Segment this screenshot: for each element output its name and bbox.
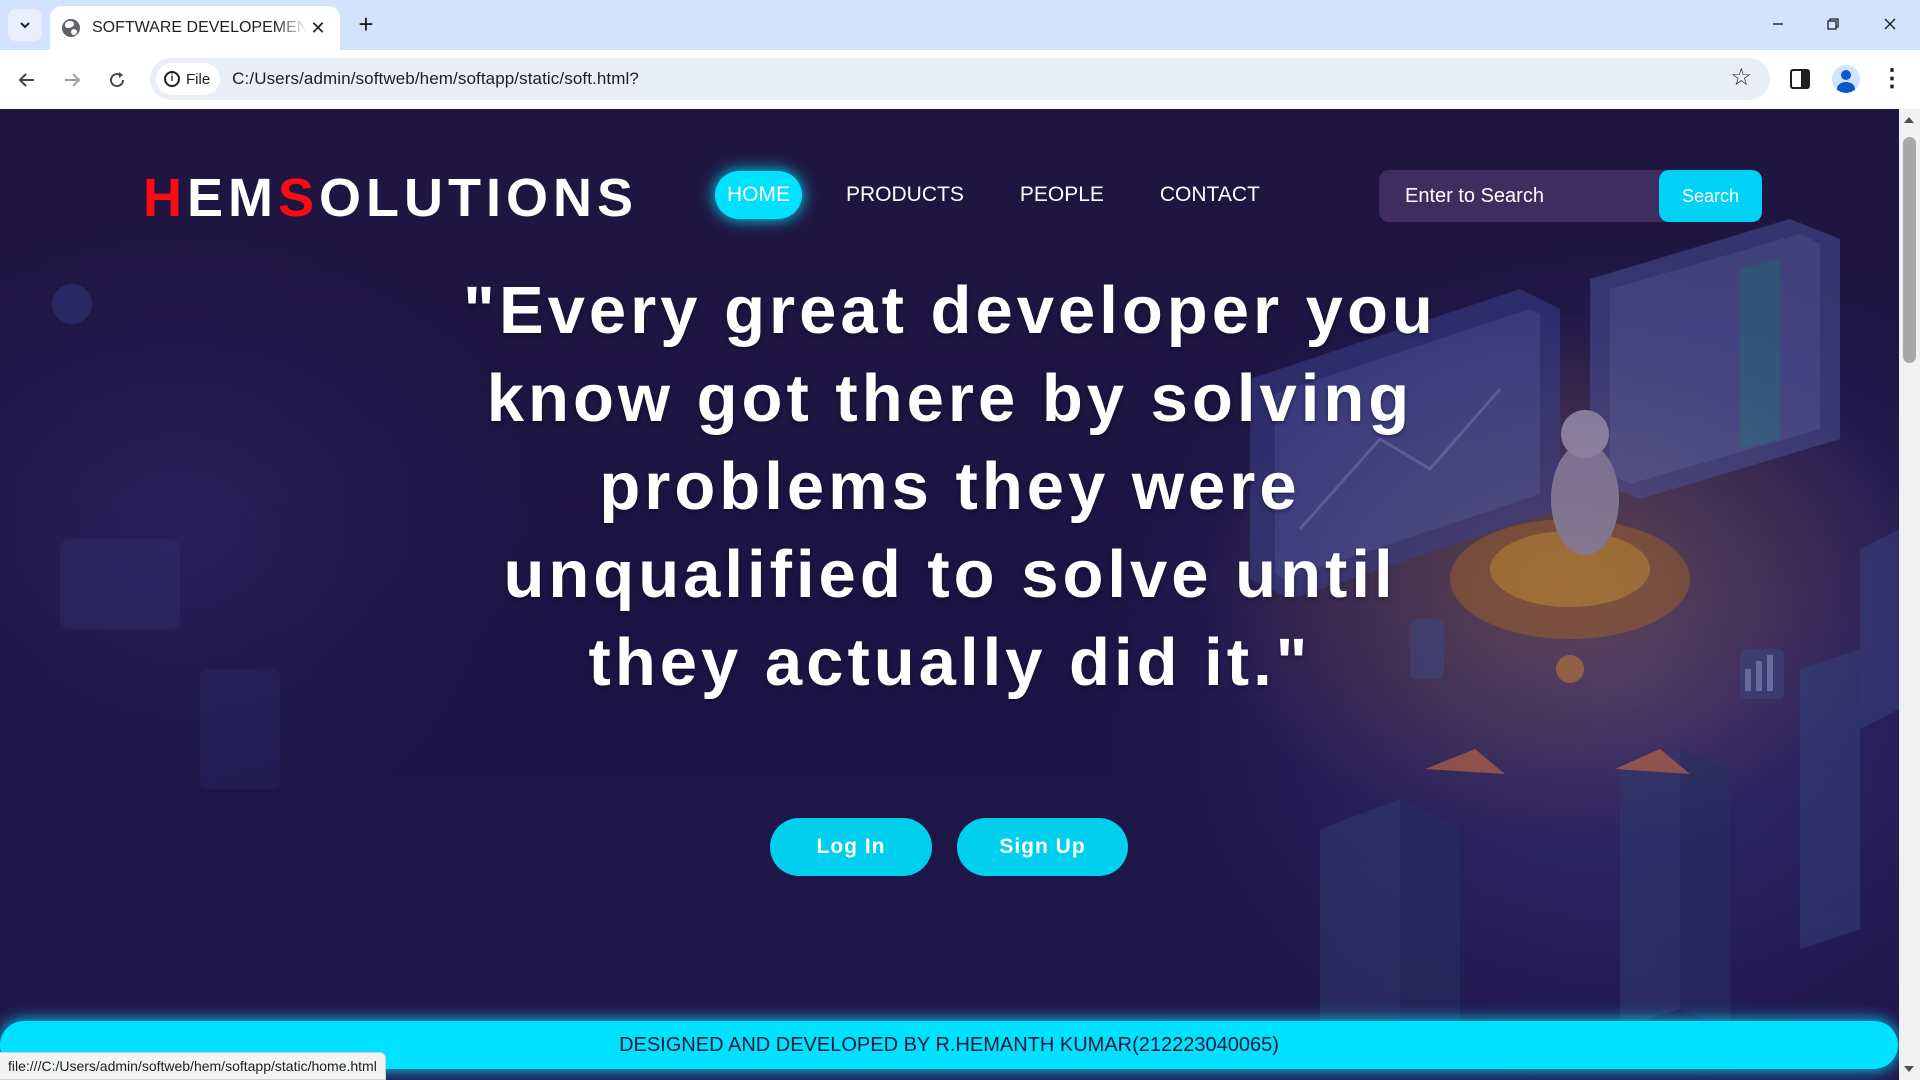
search-input[interactable] — [1379, 170, 1659, 222]
minimize-icon — [1773, 23, 1783, 25]
hero-quote: "Every great developer you know got ther… — [463, 273, 1437, 700]
close-window-button[interactable] — [1870, 8, 1910, 40]
site-info-chip[interactable]: i File — [156, 63, 221, 95]
login-button[interactable]: Log In — [770, 818, 932, 876]
nav-home[interactable]: HOME — [715, 171, 802, 219]
new-tab-button[interactable]: + — [352, 11, 380, 39]
main-nav: HOME PRODUCTS PEOPLE CONTACT — [715, 171, 1304, 219]
brand-letter-h: H — [143, 168, 187, 228]
close-tab-icon[interactable]: ✕ — [308, 18, 328, 39]
globe-icon — [62, 19, 80, 37]
address-bar[interactable]: i File C:/Users/admin/softweb/hem/softap… — [150, 58, 1770, 100]
close-icon — [1884, 18, 1896, 30]
page-viewport: HEMSOLUTIONS HOME PRODUCTS PEOPLE CONTAC… — [0, 109, 1899, 1080]
search-box: Search — [1379, 170, 1762, 222]
browser-tab-bar: SOFTWARE DEVELOPEMENT C ✕ + — [0, 0, 1920, 50]
brand-text-em: EM — [187, 168, 278, 228]
scrollbar-thumb[interactable] — [1903, 137, 1916, 363]
brand-letter-s: S — [278, 168, 320, 228]
reload-button[interactable] — [99, 62, 135, 98]
browser-toolbar: i File C:/Users/admin/softweb/hem/softap… — [0, 50, 1920, 109]
brand-text-olutions: OLUTIONS — [319, 168, 639, 228]
restore-icon — [1827, 18, 1839, 30]
search-button[interactable]: Search — [1659, 170, 1762, 222]
signup-button[interactable]: Sign Up — [957, 818, 1128, 876]
bookmark-star-icon[interactable]: ☆ — [1730, 66, 1752, 90]
link-status-bar: file:///C:/Users/admin/softweb/hem/softa… — [0, 1052, 386, 1080]
side-panel-icon[interactable] — [1790, 69, 1810, 89]
forward-arrow-icon — [65, 73, 81, 87]
scroll-down-arrow-icon[interactable] — [1904, 1066, 1914, 1072]
reload-icon — [110, 72, 125, 88]
tab-title: SOFTWARE DEVELOPEMENT C — [92, 19, 307, 36]
minimize-button[interactable] — [1758, 8, 1798, 40]
more-menu-icon[interactable]: ⋮ — [1880, 64, 1904, 94]
forward-button[interactable] — [54, 62, 90, 98]
url-text[interactable]: C:/Users/admin/softweb/hem/softapp/stati… — [232, 69, 639, 89]
chevron-down-icon — [20, 22, 30, 29]
back-button[interactable] — [9, 62, 45, 98]
restore-button[interactable] — [1813, 8, 1853, 40]
nav-products[interactable]: PRODUCTS — [834, 171, 976, 219]
browser-tab[interactable]: SOFTWARE DEVELOPEMENT C ✕ — [50, 6, 340, 50]
back-arrow-icon — [18, 73, 34, 87]
site-info-label: File — [186, 70, 211, 88]
nav-people[interactable]: PEOPLE — [1008, 171, 1116, 219]
tab-search-button[interactable] — [8, 9, 42, 41]
scroll-up-arrow-icon[interactable] — [1904, 117, 1914, 123]
brand-logo[interactable]: HEMSOLUTIONS — [143, 167, 638, 229]
info-icon: i — [164, 71, 180, 87]
profile-avatar-icon[interactable] — [1832, 65, 1860, 93]
nav-contact[interactable]: CONTACT — [1148, 171, 1272, 219]
vertical-scrollbar[interactable] — [1899, 109, 1920, 1080]
